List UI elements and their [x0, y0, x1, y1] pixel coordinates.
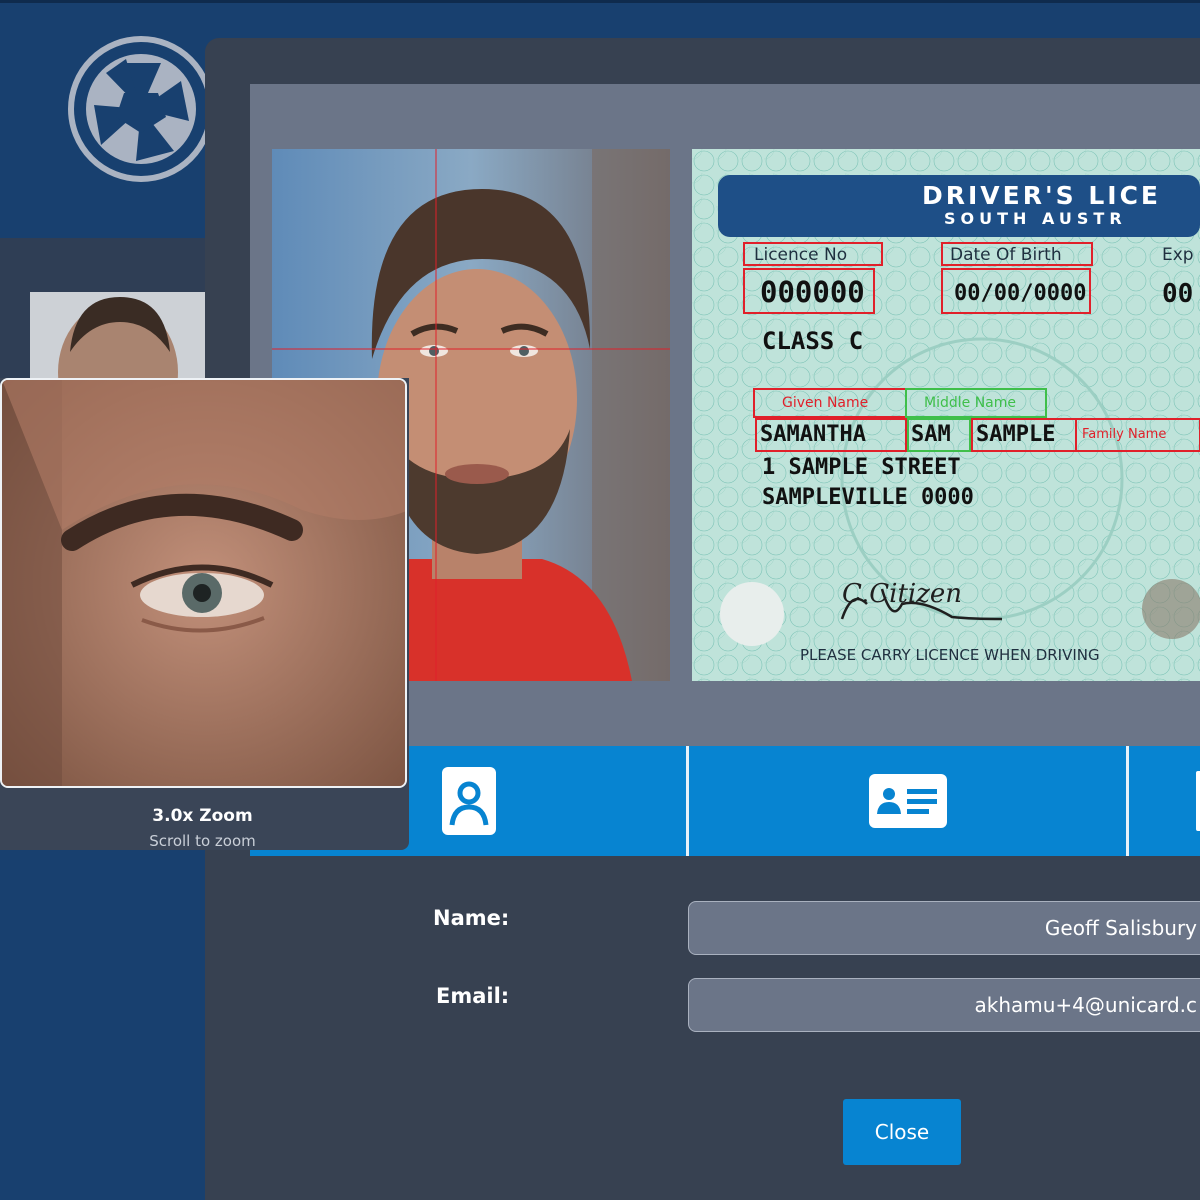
document-icon: [1196, 771, 1200, 831]
licence-footer: PLEASE CARRY LICENCE WHEN DRIVING: [800, 646, 1100, 664]
address-line1: 1 SAMPLE STREET: [762, 455, 961, 480]
zoom-hint: Scroll to zoom: [149, 832, 256, 850]
dob-value: 00/00/0000: [954, 281, 1087, 306]
licence-header-subtitle: SOUTH AUSTR: [944, 209, 1127, 228]
name-field[interactable]: Geoff Salisbury: [688, 901, 1200, 955]
family-name-label: Family Name: [1082, 427, 1167, 442]
family-name-value: SAMPLE: [976, 422, 1056, 447]
expiry-value: 00: [1162, 279, 1194, 309]
licence-header-title: DRIVER'S LICE: [922, 181, 1161, 210]
licence-no-label: Licence No: [754, 245, 848, 265]
licence-no-value: 000000: [760, 275, 865, 309]
sidebar-thumbnail[interactable]: [30, 292, 205, 382]
signature: C.Citizen: [842, 579, 963, 609]
tab-portrait[interactable]: [400, 746, 537, 856]
email-field[interactable]: akhamu+4@unicard.c: [688, 978, 1200, 1032]
zoom-magnifier[interactable]: [0, 378, 407, 788]
email-label: Email:: [436, 984, 510, 1008]
middle-name-label: Middle Name: [924, 395, 1016, 411]
middle-name-value: SAM: [911, 422, 951, 447]
dob-label: Date Of Birth: [950, 245, 1062, 265]
portrait-icon: [441, 767, 496, 835]
address-line2: SAMPLEVILLE 0000: [762, 485, 974, 510]
tab-id-card[interactable]: [689, 746, 1126, 856]
id-card-icon: [868, 774, 947, 828]
close-button[interactable]: Close: [843, 1099, 961, 1165]
drivers-licence-image[interactable]: DRIVER'S LICE SOUTH AUSTR Licence No 000…: [692, 149, 1200, 681]
tab-divider: [1126, 746, 1129, 856]
tab-document[interactable]: [1150, 746, 1200, 856]
zoom-level-label: 3.0x Zoom: [152, 806, 253, 826]
given-name-value: SAMANTHA: [760, 422, 866, 447]
name-label: Name:: [433, 906, 510, 930]
camera-shutter-logo-icon: [68, 36, 214, 182]
expiry-label: Exp: [1162, 245, 1194, 265]
given-name-label: Given Name: [782, 395, 869, 411]
licence-class: CLASS C: [762, 327, 864, 355]
